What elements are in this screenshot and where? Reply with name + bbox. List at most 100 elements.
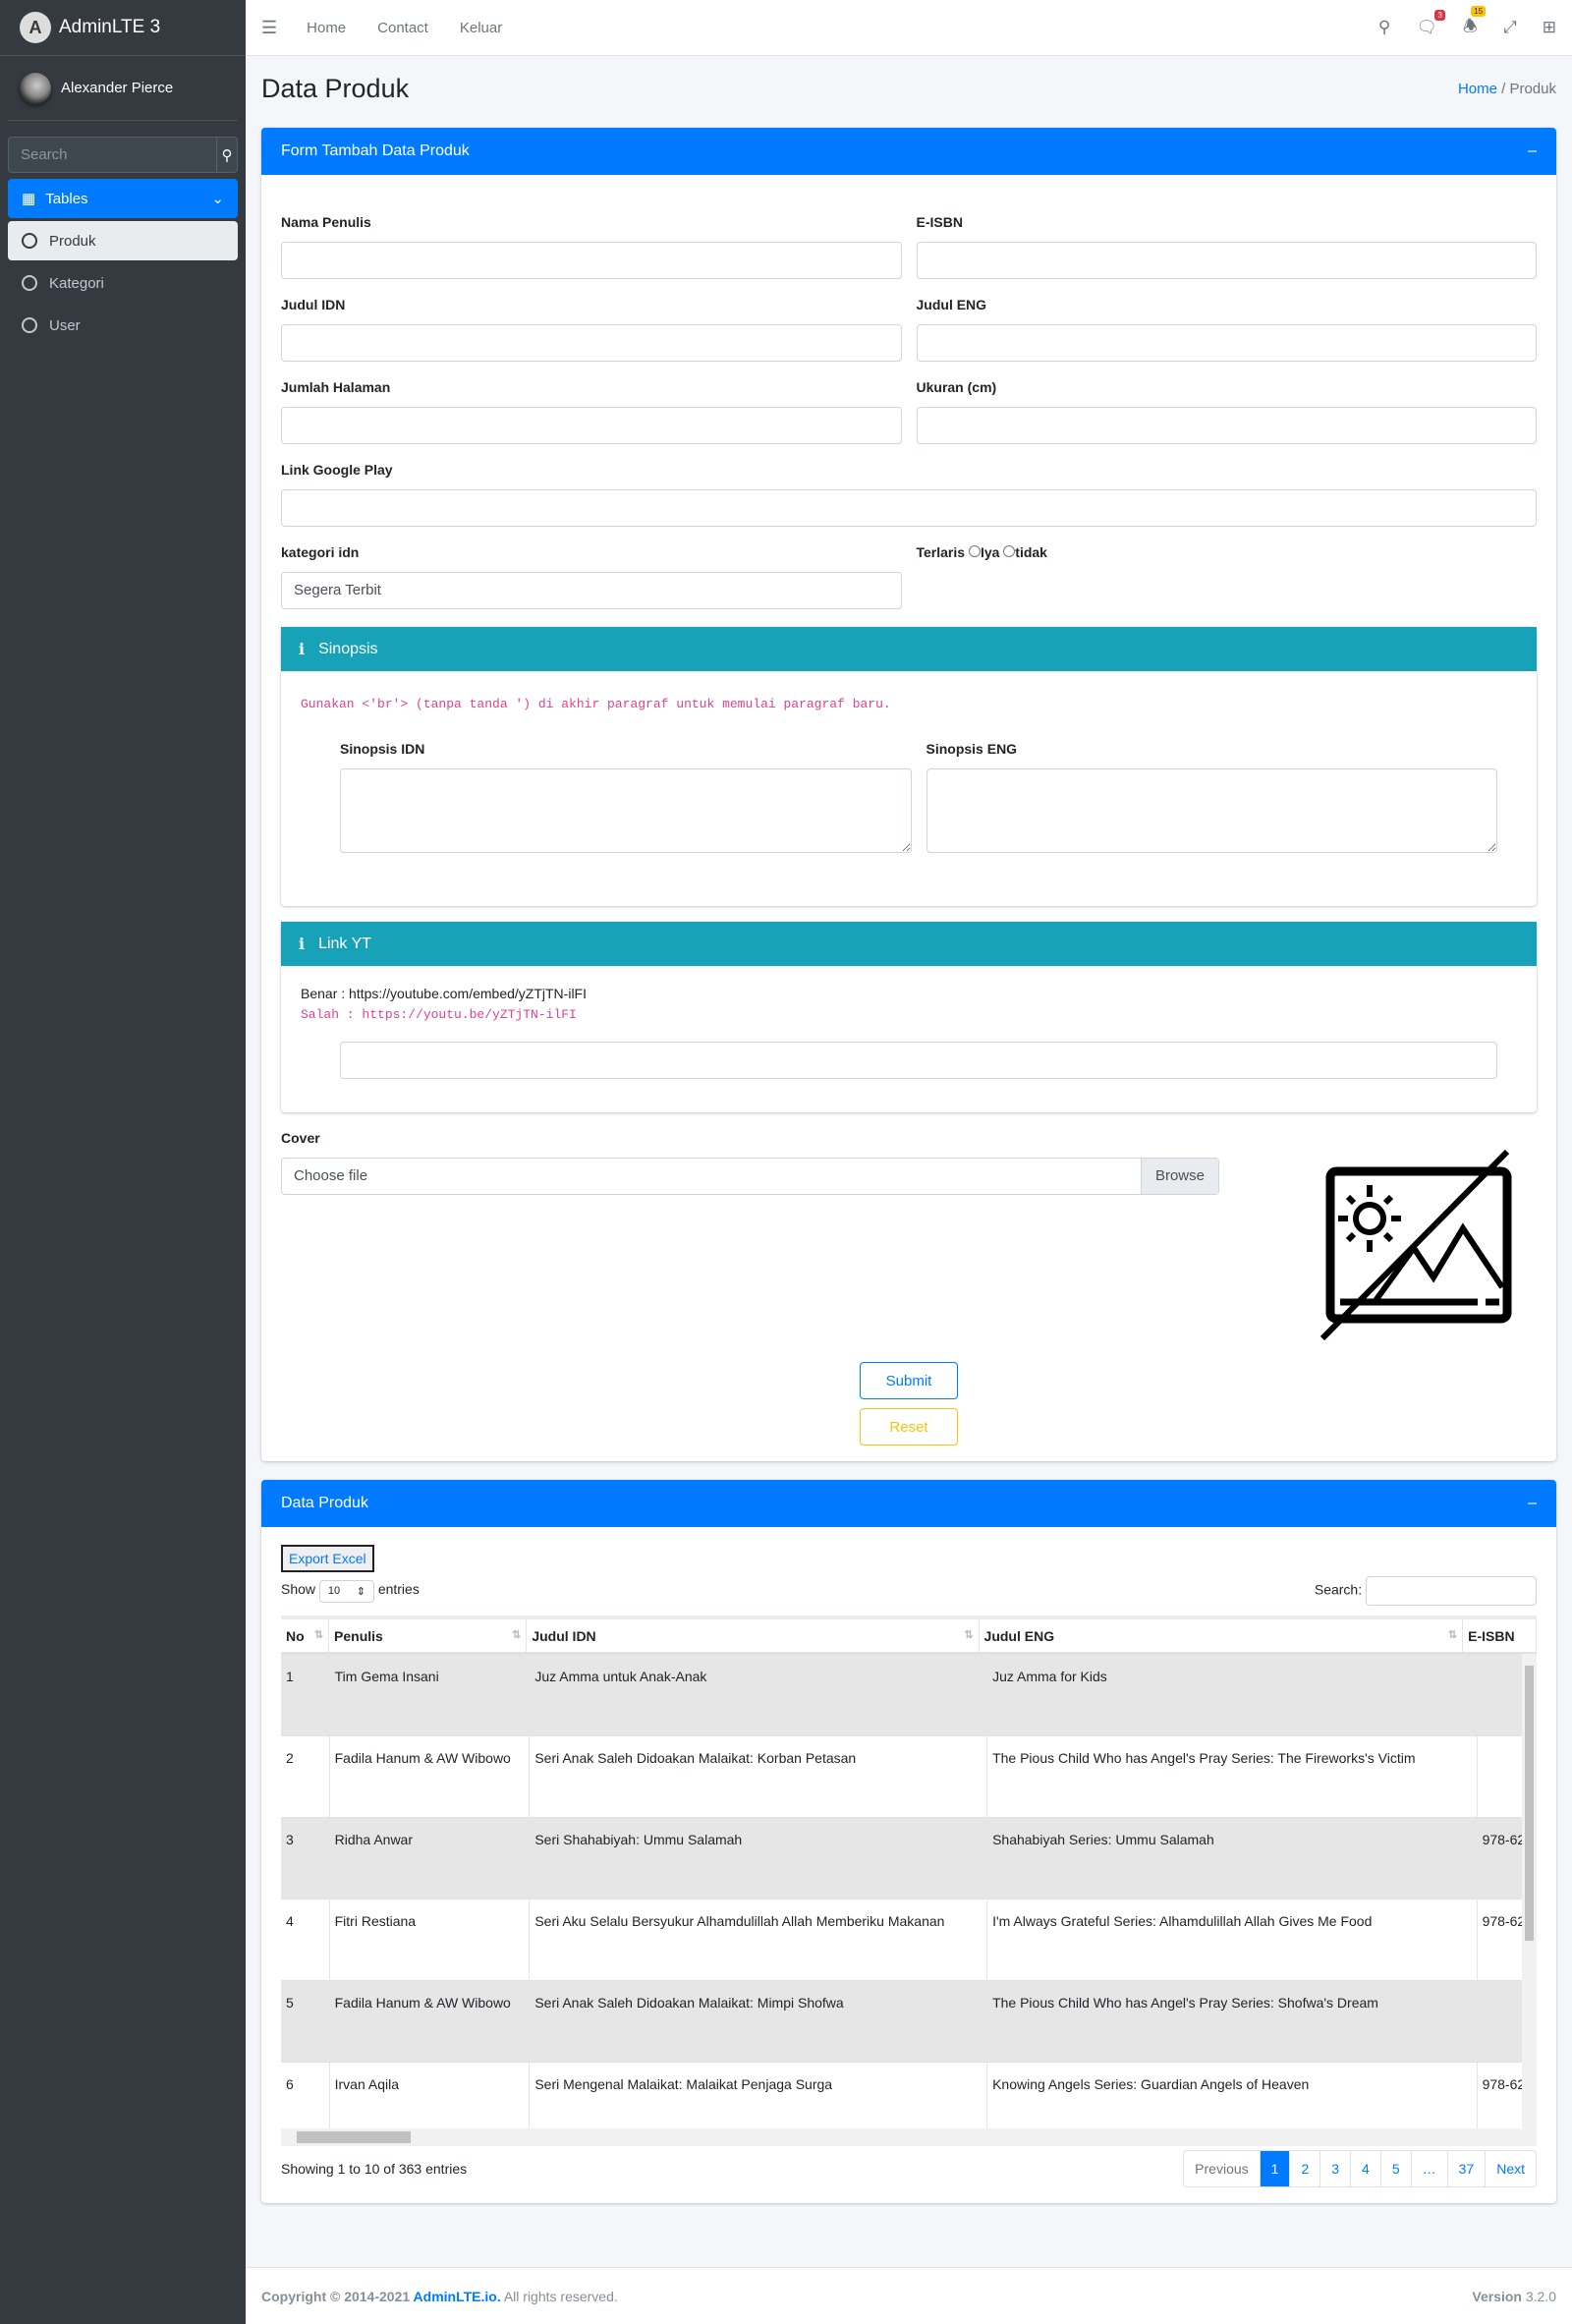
user-panel[interactable]: Alexander Pierce <box>8 56 238 121</box>
column-header[interactable]: Judul ENG ⇅ <box>979 1619 1464 1654</box>
data-table: No ⇅ Penulis ⇅ Judul IDN ⇅ Judul ENG ⇅ E-ISBN <box>281 1619 1537 1654</box>
table-cell: 1 <box>281 1654 330 1736</box>
nav-contact[interactable]: Contact <box>377 20 428 36</box>
table-row[interactable]: 1 Tim Gema Insani Juz Amma untuk Anak-Anak… <box>281 1654 1537 1736</box>
sidebar-item-tables[interactable]: ▦ Tables ⌄ <box>8 179 238 218</box>
fullscreen-icon[interactable]: ⤢ <box>1503 18 1517 37</box>
brand-link[interactable]: A AdminLTE 3 <box>0 0 246 56</box>
link-yt-input[interactable] <box>340 1042 1497 1079</box>
table-wrapper: No ⇅ Penulis ⇅ Judul IDN ⇅ Judul ENG ⇅ E-ISBN 1T… <box>281 1615 1537 2146</box>
judul-idn-input[interactable] <box>281 324 902 362</box>
label-judul-eng: Judul ENG <box>916 297 987 312</box>
column-header[interactable]: No ⇅ <box>281 1619 330 1654</box>
label-sinopsis-eng: Sinopsis ENG <box>926 741 1018 757</box>
entries-value: 10 <box>327 1584 341 1597</box>
submit-button[interactable]: Submit <box>860 1362 958 1399</box>
entries-select[interactable]: 10 ⇕ <box>318 1579 374 1603</box>
breadcrumb-home[interactable]: Home <box>1458 81 1497 97</box>
page-link[interactable]: 2 <box>1289 2151 1319 2186</box>
table-row[interactable]: 5 Fadila Hanum & AW Wibowo Seri Anak Saleh… <box>281 1980 1537 2063</box>
collapse-icon[interactable]: – <box>1528 1495 1537 1512</box>
link-google-play-input[interactable] <box>281 489 1537 527</box>
table-cell: The Pious Child Who has Angel's Pray Ser… <box>986 1980 1478 2063</box>
table-cell: Seri Mengenal Malaikat: Malaikat Penjaga… <box>529 2062 988 2128</box>
circle-icon <box>22 275 37 291</box>
judul-eng-input[interactable] <box>916 324 1537 362</box>
page-link[interactable]: Previous <box>1184 2151 1259 2186</box>
sidebar-item-label: Tables <box>45 191 88 207</box>
ukuran-input[interactable] <box>916 407 1537 444</box>
column-header[interactable]: Penulis ⇅ <box>328 1619 528 1654</box>
notifications-badge: 15 <box>1471 5 1487 17</box>
column-header[interactable]: E-ISBN <box>1462 1619 1537 1654</box>
label-iya: Iya <box>980 544 1000 560</box>
kategori-select[interactable]: Segera Terbit <box>281 572 902 609</box>
adminlte-link[interactable]: AdminLTE.io. <box>414 2289 501 2304</box>
sidebar-item-label: User <box>49 316 81 334</box>
search-icon[interactable]: ⚲ <box>216 138 237 172</box>
table-cell: Seri Aku Selalu Bersyukur Alhamdulillah … <box>529 1899 988 1981</box>
footer: Copyright © 2014-2021 AdminLTE.io. All r… <box>246 2267 1572 2324</box>
page-link[interactable]: 1 <box>1259 2151 1290 2186</box>
table-body-scroll[interactable]: 1 Tim Gema Insani Juz Amma untuk Anak-Anak… <box>281 1654 1537 2128</box>
version-label: Version <box>1472 2288 1522 2304</box>
top-navbar: ☰ Home Contact Keluar ⚲ 🗨 3 🕭 15 ⤢ ⊞ <box>246 0 1572 56</box>
page-link[interactable]: 4 <box>1350 2151 1380 2186</box>
label-cover: Cover <box>281 1130 320 1146</box>
table-cell: Ridha Anwar <box>329 1817 531 1899</box>
rights-text: All rights reserved. <box>500 2288 618 2304</box>
eisbn-input[interactable] <box>916 242 1537 279</box>
file-placeholder: Choose file <box>294 1167 368 1184</box>
sidebar-item-produk[interactable]: Produk <box>8 221 238 260</box>
table-row[interactable]: 3 Ridha Anwar Seri Shahabiyah: Ummu Salama… <box>281 1817 1537 1899</box>
cover-file-input[interactable]: Choose file Browse <box>281 1158 1219 1195</box>
link-yt-title: Link YT <box>318 935 372 952</box>
column-header[interactable]: Judul IDN ⇅ <box>526 1619 980 1654</box>
page-link[interactable]: … <box>1410 2151 1447 2186</box>
table-row[interactable]: 6 Irvan Aqila Seri Mengenal Malaikat: Mala… <box>281 2062 1537 2128</box>
jumlah-halaman-input[interactable] <box>281 407 902 444</box>
reset-button[interactable]: Reset <box>860 1408 958 1445</box>
menu-icon[interactable]: ☰ <box>261 18 277 38</box>
table-info: Showing 1 to 10 of 363 entries <box>281 2161 468 2177</box>
page-link[interactable]: 3 <box>1319 2151 1350 2186</box>
table-search-input[interactable] <box>1366 1576 1537 1606</box>
search-icon[interactable]: ⚲ <box>1378 18 1390 37</box>
column-label: Judul IDN <box>532 1627 596 1644</box>
control-sidebar-icon[interactable]: ⊞ <box>1543 18 1556 37</box>
sort-icon: ⇅ <box>313 1628 324 1641</box>
browse-button[interactable]: Browse <box>1140 1159 1218 1194</box>
nav-home[interactable]: Home <box>307 20 346 36</box>
messages-icon[interactable]: 🗨 3 <box>1416 10 1445 37</box>
nav-keluar[interactable]: Keluar <box>460 20 502 36</box>
nama-penulis-input[interactable] <box>281 242 902 279</box>
page-link[interactable]: 37 <box>1446 2151 1486 2186</box>
content: Data Produk Home / Produk Form Tambah Da… <box>261 56 1556 2203</box>
page-link[interactable]: 5 <box>1379 2151 1411 2186</box>
export-excel-button[interactable]: Export Excel <box>281 1545 374 1572</box>
table-row[interactable]: 4 Fitri Restiana Seri Aku Selalu Bersyukur… <box>281 1899 1537 1981</box>
link-yt-wrong: Salah : https://youtu.be/yZTjTN-ilFI <box>301 1007 577 1022</box>
bell-icon[interactable]: 🕭 15 <box>1463 5 1487 42</box>
vertical-scrollbar[interactable] <box>1522 1654 1537 2128</box>
sidebar-item-user[interactable]: User <box>8 306 238 345</box>
breadcrumb-current: Produk <box>1509 80 1556 97</box>
sinopsis-eng-textarea[interactable] <box>926 768 1497 853</box>
label-jumlah-halaman: Jumlah Halaman <box>281 379 391 395</box>
brand-name: AdminLTE 3 <box>59 17 161 37</box>
sidebar-search-input[interactable] <box>9 138 216 172</box>
horizontal-scrollbar[interactable] <box>281 2128 1537 2146</box>
sidebar-item-label: Kategori <box>49 274 104 292</box>
link-yt-card: i Link YT Benar : https://youtube.com/emb… <box>281 922 1537 1112</box>
page-link[interactable]: Next <box>1485 2151 1536 2186</box>
table-row[interactable]: 2 Fadila Hanum & AW Wibowo Seri Anak Saleh… <box>281 1735 1537 1818</box>
sinopsis-idn-textarea[interactable] <box>340 768 912 853</box>
radio-tidak[interactable] <box>1003 545 1016 557</box>
form-card: Form Tambah Data Produk – Nama Penulis E-… <box>261 128 1556 1461</box>
label-eisbn: E-ISBN <box>916 214 963 230</box>
breadcrumb: Home / Produk <box>1457 80 1556 97</box>
info-icon: i <box>299 640 306 658</box>
sidebar-item-kategori[interactable]: Kategori <box>8 263 238 303</box>
radio-iya[interactable] <box>968 545 981 557</box>
collapse-icon[interactable]: – <box>1528 142 1537 160</box>
